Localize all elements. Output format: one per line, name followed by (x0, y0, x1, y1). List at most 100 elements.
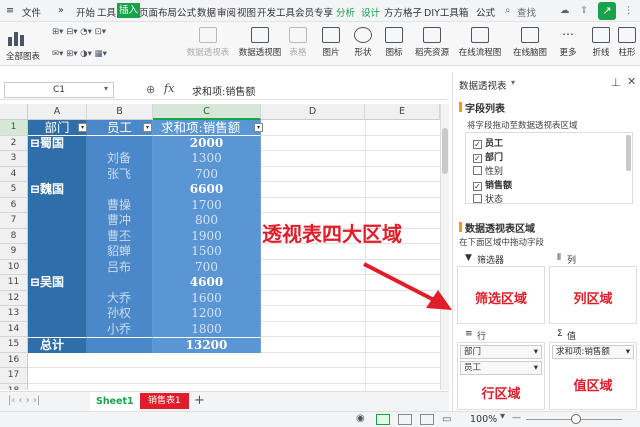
employee-cell[interactable]: 吕布 (87, 259, 153, 275)
employee-cell[interactable]: 刘备 (87, 151, 153, 167)
group-cell[interactable]: ⊟蜀国 (28, 135, 87, 151)
filter-button[interactable]: ▾ (78, 123, 87, 132)
tab-diy[interactable]: DIY工具箱 (424, 5, 468, 19)
sales-cell[interactable]: 700 (153, 166, 261, 182)
row-header[interactable]: 1 (0, 120, 28, 136)
row-header[interactable]: 7 (0, 213, 28, 229)
checkbox[interactable]: ✓ (473, 182, 482, 191)
more-icon[interactable]: ⋮ (624, 5, 634, 16)
sales-cell[interactable]: 1800 (153, 321, 261, 337)
row-header[interactable]: 17 (0, 368, 28, 384)
tab-home[interactable]: 开始 (76, 5, 95, 19)
close-icon[interactable]: ✕ (627, 75, 636, 88)
sales-cell[interactable]: 4600 (153, 275, 261, 291)
formula-input[interactable]: 求和项:销售额 (192, 83, 255, 98)
tab-fangfang[interactable]: 方方格子 (384, 5, 422, 19)
shape-button[interactable]: 形状 (350, 27, 376, 58)
zoom-out-button[interactable]: — (512, 413, 521, 423)
value-area[interactable]: 求和项:销售额 ▾ 值区域 (549, 342, 637, 410)
zoom-slider-thumb[interactable] (571, 414, 581, 424)
column-area[interactable]: 列区域 (549, 266, 637, 324)
spreadsheet-grid[interactable]: A B C D E 123456789101112131415161718 部门… (0, 104, 440, 390)
dept-cell[interactable]: 总计 (28, 337, 87, 353)
employee-cell[interactable]: 张飞 (87, 166, 153, 182)
chevron-down-icon[interactable]: ▾ (511, 78, 515, 87)
more-button[interactable]: ⋯ 更多 (556, 27, 580, 58)
tab-member[interactable]: 会员专享 (295, 5, 333, 19)
search-input[interactable]: 查找 (517, 5, 536, 19)
table-button[interactable]: 表格 (286, 27, 310, 58)
filter-button[interactable]: ▾ (143, 123, 152, 132)
dept-cell[interactable] (28, 321, 87, 337)
row-header[interactable]: 8 (0, 228, 28, 244)
checkbox[interactable]: ✓ (473, 154, 482, 163)
scroll-thumb[interactable] (442, 128, 448, 174)
field-item[interactable]: ✓ 部门 (473, 150, 503, 163)
header-cell[interactable]: 求和项:销售额 (153, 120, 261, 136)
tab-analyze[interactable]: 分析 (336, 5, 355, 19)
employee-cell[interactable]: 大乔 (87, 290, 153, 306)
row-header[interactable]: 5 (0, 182, 28, 198)
tab-design[interactable]: 设计 (361, 5, 380, 19)
col-header-b[interactable]: B (87, 104, 153, 120)
col-header-d[interactable]: D (261, 104, 365, 120)
mindmap-button[interactable]: 在线脑图 (510, 27, 550, 58)
page-layout-icon[interactable] (398, 414, 412, 425)
normal-view-icon[interactable] (376, 414, 390, 425)
zoom-level[interactable]: 100% (470, 414, 497, 425)
field-item[interactable]: ✓ 销售额 (473, 178, 512, 191)
sales-cell[interactable]: 6600 (153, 182, 261, 198)
dept-cell[interactable] (28, 259, 87, 275)
row-header[interactable]: 10 (0, 259, 28, 275)
eye-icon[interactable]: ◉ (356, 413, 365, 424)
row-header[interactable]: 4 (0, 166, 28, 182)
row-area[interactable]: 部门 ▾ 员工 ▾ 行区域 (457, 342, 545, 410)
employee-cell[interactable] (87, 135, 153, 151)
tab-view[interactable]: 视图 (237, 5, 256, 19)
checkbox[interactable]: ✓ (473, 140, 482, 149)
chevron-down-icon[interactable]: ▾ (500, 411, 505, 422)
add-sheet-button[interactable]: + (194, 393, 205, 408)
sheet-nav-icon[interactable]: |‹ ‹ › ›| (8, 395, 40, 406)
page-break-icon[interactable] (420, 414, 434, 425)
tab-page-layout[interactable]: 页面布局 (139, 5, 177, 19)
pin-icon[interactable]: ⊥ (611, 76, 621, 89)
chart-misc-icon[interactable]: ✉▾ ⊞▾ ◑▾ ▦▾ (52, 49, 107, 59)
cloud-icon[interactable]: ☁ (560, 5, 570, 16)
dept-cell[interactable] (28, 290, 87, 306)
search-icon[interactable]: ⌕ (505, 5, 510, 16)
flowchart-button[interactable]: 在线流程图 (456, 27, 504, 58)
picture-button[interactable]: 图片 (318, 27, 344, 58)
sales-cell[interactable]: 800 (153, 213, 261, 229)
row-header[interactable]: 11 (0, 275, 28, 291)
row-header[interactable]: 18 (0, 383, 28, 390)
field-item[interactable]: 状态 (473, 192, 503, 205)
zoom-icon[interactable]: ⊕ (146, 83, 155, 96)
sales-cell[interactable]: 1900 (153, 228, 261, 244)
employee-cell[interactable] (87, 275, 153, 291)
dept-cell[interactable] (28, 228, 87, 244)
pivot-chart-button[interactable]: 数据透视图 (236, 27, 284, 58)
row-header[interactable]: 2 (0, 135, 28, 151)
dept-cell[interactable] (28, 213, 87, 229)
all-charts-icon[interactable] (4, 27, 30, 49)
tab-sheet1[interactable]: Sheet1 (90, 392, 140, 411)
checkbox[interactable] (473, 166, 482, 175)
sales-cell[interactable]: 1700 (153, 197, 261, 213)
employee-cell[interactable]: 曹操 (87, 197, 153, 213)
dept-cell[interactable] (28, 306, 87, 322)
share-icon[interactable]: ⇪ (580, 5, 588, 16)
row-header[interactable]: 6 (0, 197, 28, 213)
employee-cell[interactable]: 曹冲 (87, 213, 153, 229)
tab-data[interactable]: 数据 (197, 5, 216, 19)
dept-cell[interactable] (28, 197, 87, 213)
pivot-table-button[interactable]: 数据透视表 (184, 27, 232, 58)
sales-cell[interactable]: 700 (153, 259, 261, 275)
more-tabs-icon[interactable]: » (58, 5, 64, 16)
column-chart-button[interactable]: 柱形 (616, 27, 638, 58)
tab-formula2[interactable]: 公式 (476, 5, 495, 19)
row-field-dept[interactable]: 部门 ▾ (460, 345, 542, 359)
all-charts-button[interactable]: 全部图表 (6, 50, 40, 62)
chevron-down-icon[interactable]: ▾ (104, 84, 108, 93)
sales-cell[interactable]: 1600 (153, 290, 261, 306)
